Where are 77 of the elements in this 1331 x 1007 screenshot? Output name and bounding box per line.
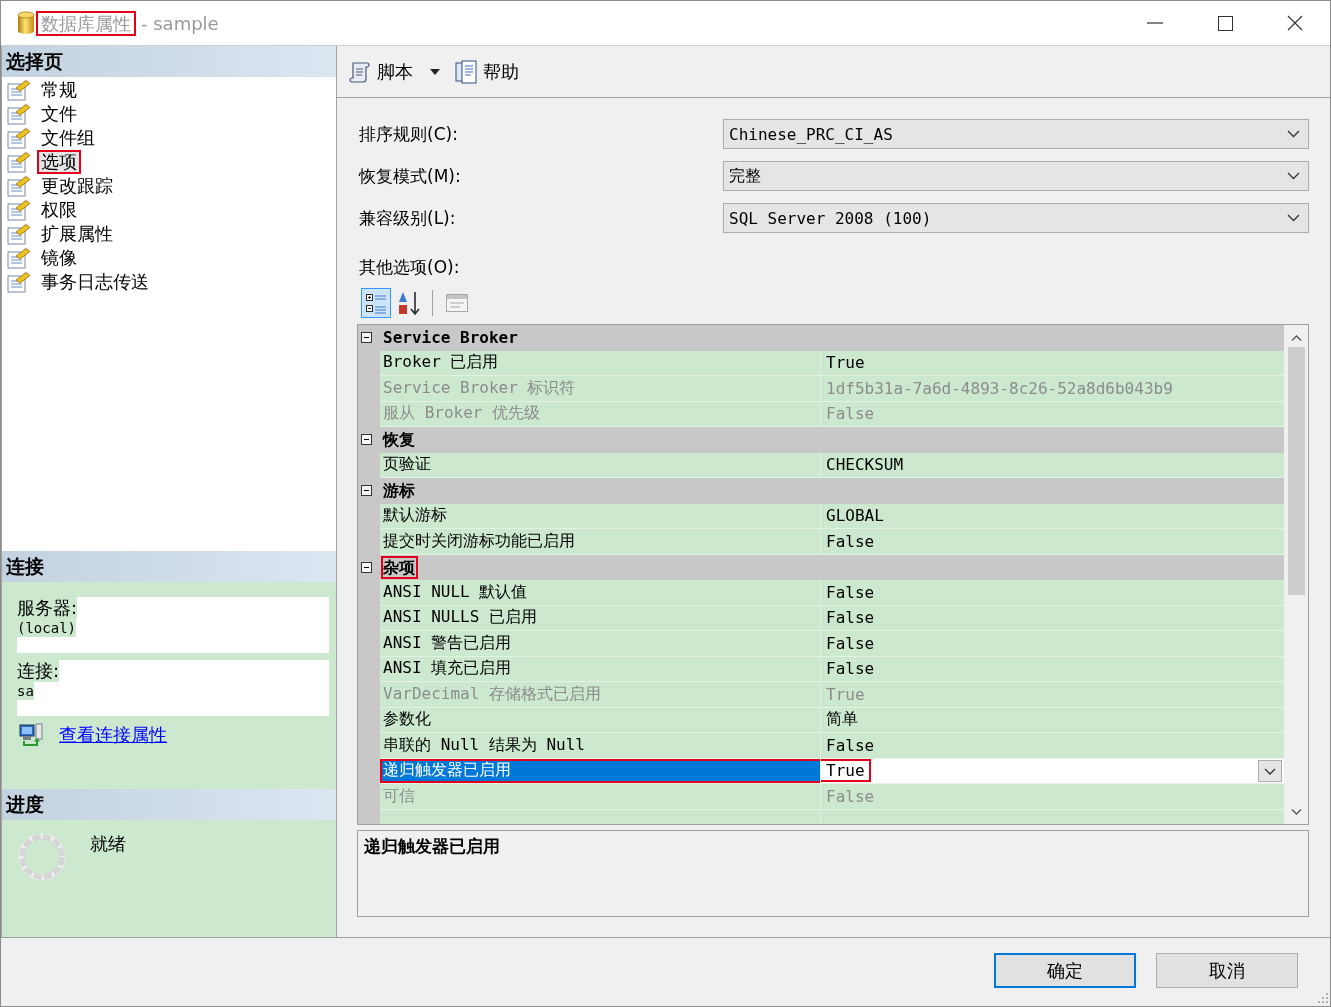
- spinner-icon: [18, 833, 66, 881]
- category-label: 杂项: [381, 555, 418, 579]
- dropdown-field[interactable]: SQL Server 2008 (100): [723, 203, 1309, 233]
- scrollbar-thumb[interactable]: [1287, 347, 1305, 595]
- dropdown-field[interactable]: 完整: [723, 161, 1309, 191]
- chevron-down-icon: [1287, 172, 1300, 180]
- scroll-icon: [348, 59, 372, 84]
- close-icon[interactable]: [1287, 15, 1303, 31]
- maximize-icon[interactable]: [1217, 15, 1233, 31]
- field-label: 其他选项(O):: [358, 257, 460, 277]
- collapse-icon[interactable]: [361, 485, 372, 497]
- description-title: 递归触发器已启用: [364, 835, 500, 858]
- category-label: 游标: [382, 480, 416, 503]
- page-item[interactable]: 权限: [37, 198, 81, 222]
- property-name[interactable]: ANSI NULLS 已启用: [380, 605, 821, 631]
- database-icon: [17, 11, 35, 35]
- connection-properties-link[interactable]: 查看连接属性: [59, 723, 167, 747]
- value-editor[interactable]: True: [821, 758, 1284, 784]
- property-name[interactable]: 递归触发器已启用: [380, 758, 821, 784]
- window-subtitle: - sample: [141, 12, 219, 34]
- scrollbar[interactable]: [1284, 325, 1308, 824]
- field-label: 兼容级别(L):: [358, 206, 457, 230]
- document-pencil-icon: [7, 79, 31, 101]
- page-item[interactable]: 文件组: [37, 126, 99, 150]
- page-item[interactable]: 文件: [37, 102, 81, 126]
- info-value: sa: [17, 682, 34, 700]
- property-name[interactable]: 串联的 Null 结果为 Null: [380, 733, 821, 759]
- help-button[interactable]: 帮助: [454, 59, 519, 84]
- progress-status: 就绪: [90, 833, 126, 855]
- section-heading: 选择页: [2, 46, 336, 77]
- info-label: 连接:: [17, 660, 60, 682]
- document-pencil-icon: [7, 127, 31, 149]
- document-pencil-icon: [7, 247, 31, 269]
- collapse-icon[interactable]: [361, 434, 372, 446]
- chevron-down-icon[interactable]: [1258, 759, 1282, 782]
- computer-icon: [19, 723, 43, 747]
- property-name[interactable]: 参数化: [380, 707, 821, 733]
- page-item[interactable]: 更改跟踪: [37, 174, 117, 198]
- section-heading: 进度: [2, 789, 336, 820]
- collapse-icon[interactable]: [361, 332, 372, 344]
- property-name[interactable]: Broker 已启用: [380, 350, 821, 376]
- window-title: 数据库属性: [36, 10, 136, 36]
- info-value: (local): [17, 619, 76, 637]
- page-item[interactable]: 扩展属性: [37, 222, 117, 246]
- field-label: 恢复模式(M):: [357, 164, 462, 188]
- page-item[interactable]: 选项: [37, 150, 81, 174]
- document-icon: [454, 59, 478, 84]
- info-label: 服务器:: [17, 597, 78, 619]
- document-pencil-icon: [7, 103, 31, 125]
- cancel-button[interactable]: 取消: [1156, 953, 1298, 988]
- page-item[interactable]: 镜像: [37, 246, 81, 270]
- document-pencil-icon: [7, 151, 31, 173]
- collapse-icon[interactable]: [361, 561, 372, 573]
- section-heading: 连接: [2, 551, 336, 582]
- resize-grip-icon[interactable]: [1318, 993, 1328, 1003]
- chevron-down-icon: [1287, 130, 1300, 138]
- chevron-up-icon[interactable]: [1290, 335, 1302, 341]
- property-name[interactable]: ANSI 警告已启用: [380, 631, 821, 657]
- property-value: 简单: [821, 707, 1284, 733]
- caret-down-icon[interactable]: [430, 68, 440, 75]
- field-label: 排序规则(C):: [358, 122, 459, 146]
- property-name[interactable]: ANSI 填充已启用: [380, 656, 821, 682]
- property-name[interactable]: 提交时关闭游标功能已启用: [380, 529, 821, 555]
- document-pencil-icon: [7, 199, 31, 221]
- document-pencil-icon: [7, 175, 31, 197]
- script-button[interactable]: 脚本: [348, 59, 413, 84]
- category-label: Service Broker: [382, 327, 519, 350]
- category-label: 恢复: [381, 429, 416, 452]
- chevron-down-icon[interactable]: [1290, 809, 1302, 815]
- document-pencil-icon: [7, 223, 31, 245]
- document-pencil-icon: [7, 271, 31, 293]
- page-item[interactable]: 事务日志传送: [37, 270, 153, 294]
- ok-button[interactable]: 确定: [994, 953, 1136, 988]
- chevron-down-icon: [1287, 214, 1300, 222]
- grouped-list-icon[interactable]: [361, 288, 391, 318]
- dropdown-field[interactable]: Chinese_PRC_CI_AS: [723, 119, 1309, 149]
- page-item[interactable]: 常规: [37, 78, 81, 102]
